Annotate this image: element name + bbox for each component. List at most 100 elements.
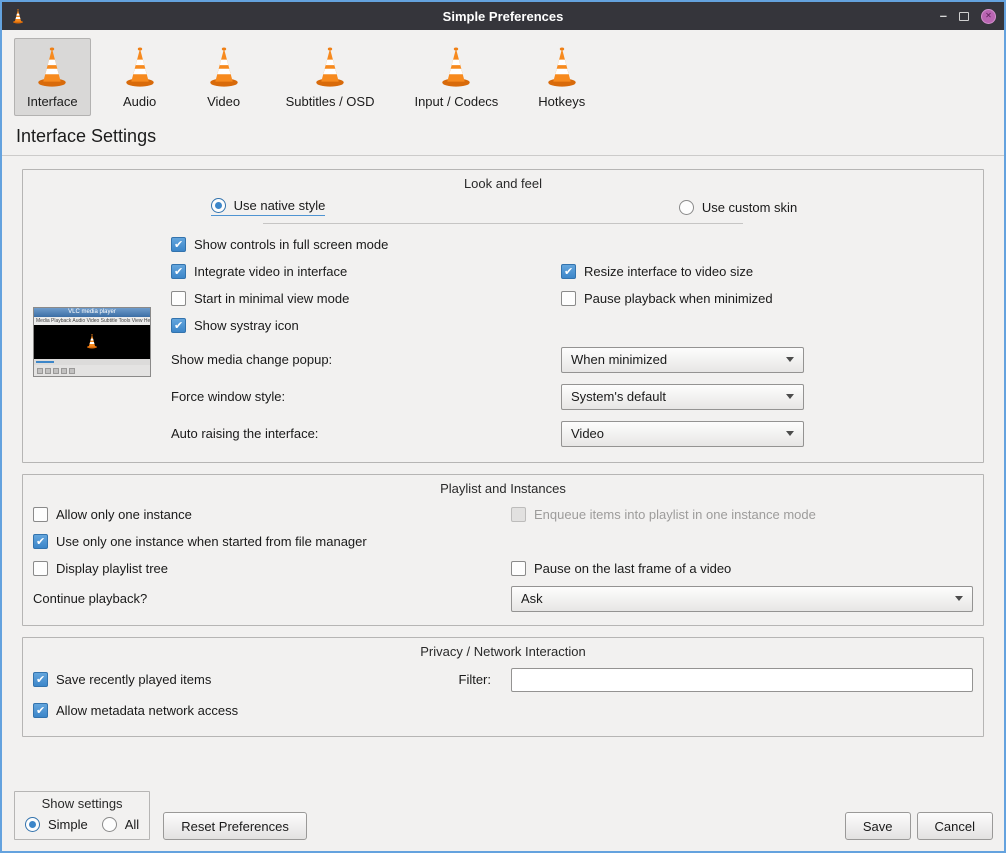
preview-controls	[34, 365, 150, 376]
window-title: Simple Preferences	[2, 9, 1004, 24]
checkbox-pause-last-frame[interactable]: Pause on the last frame of a video	[511, 561, 731, 576]
tab-interface[interactable]: Interface	[14, 38, 91, 116]
checkbox-integrate-video-box[interactable]	[171, 264, 186, 279]
checkbox-save-recent-items-label: Save recently played items	[56, 672, 211, 687]
group-look-and-feel-title: Look and feel	[33, 174, 973, 196]
close-button[interactable]: ✕	[981, 9, 996, 24]
preview-video-area	[34, 325, 150, 359]
checkbox-display-playlist-tree-box[interactable]	[33, 561, 48, 576]
chevron-down-icon	[786, 431, 794, 436]
checkbox-allow-one-instance[interactable]: Allow only one instance	[33, 507, 192, 522]
tab-video-label: Video	[207, 94, 240, 109]
titlebar[interactable]: Simple Preferences – ✕	[2, 2, 1004, 30]
look-feel-checkboxes: Show controls in full screen mode Integr…	[171, 232, 973, 340]
checkbox-display-playlist-tree-label: Display playlist tree	[56, 561, 168, 576]
auto-raising-value: Video	[571, 426, 604, 441]
checkbox-start-minimal-view-label: Start in minimal view mode	[194, 291, 349, 306]
checkbox-pause-when-minimized-label: Pause playback when minimized	[584, 291, 773, 306]
checkbox-one-instance-file-manager-label: Use only one instance when started from …	[56, 534, 367, 549]
input-codecs-icon	[434, 44, 478, 91]
checkbox-allow-metadata-network[interactable]: Allow metadata network access	[33, 703, 238, 718]
hotkeys-icon	[540, 44, 584, 91]
page-title: Interface Settings	[16, 126, 1004, 147]
chevron-down-icon	[955, 596, 963, 601]
checkbox-resize-interface-box[interactable]	[561, 264, 576, 279]
reset-preferences-button[interactable]: Reset Preferences	[163, 812, 307, 840]
radio-use-custom-skin-control[interactable]	[679, 200, 694, 215]
cancel-button[interactable]: Cancel	[917, 812, 993, 840]
chevron-down-icon	[786, 394, 794, 399]
simple-preferences-window: Simple Preferences – ✕ Interface Audio	[0, 0, 1006, 853]
preferences-content: Look and feel Use native style Use custo…	[2, 156, 1004, 851]
checkbox-one-instance-file-manager-box[interactable]	[33, 534, 48, 549]
group-show-settings-title: Show settings	[25, 796, 139, 817]
radio-show-settings-all[interactable]: All	[102, 817, 139, 832]
checkbox-start-minimal-view-box[interactable]	[171, 291, 186, 306]
checkbox-show-controls-fullscreen-box[interactable]	[171, 237, 186, 252]
tab-input-codecs[interactable]: Input / Codecs	[401, 38, 511, 116]
filter-label: Filter:	[459, 672, 492, 687]
media-change-popup-value: When minimized	[571, 352, 667, 367]
preview-titlebar: VLC media player	[34, 308, 150, 317]
style-radio-row: Use native style Use custom skin	[33, 198, 973, 216]
checkbox-pause-last-frame-label: Pause on the last frame of a video	[534, 561, 731, 576]
preview-menubar: Media Playback Audio Video Subtitle Tool…	[34, 317, 150, 325]
checkbox-show-controls-fullscreen-label: Show controls in full screen mode	[194, 237, 388, 252]
group-look-and-feel: Look and feel Use native style Use custo…	[22, 169, 984, 463]
checkbox-display-playlist-tree[interactable]: Display playlist tree	[33, 561, 168, 576]
radio-use-native-style-label: Use native style	[234, 198, 326, 213]
tab-interface-label: Interface	[27, 94, 78, 109]
group-playlist-instances-title: Playlist and Instances	[33, 479, 973, 501]
tab-hotkeys-label: Hotkeys	[538, 94, 585, 109]
minimize-button[interactable]: –	[940, 11, 947, 21]
save-button[interactable]: Save	[845, 812, 911, 840]
checkbox-show-controls-fullscreen[interactable]: Show controls in full screen mode	[171, 237, 388, 252]
checkbox-show-systray-icon-box[interactable]	[171, 318, 186, 333]
checkbox-start-minimal-view[interactable]: Start in minimal view mode	[171, 291, 349, 306]
media-change-popup-select[interactable]: When minimized	[561, 347, 804, 373]
tab-audio-label: Audio	[123, 94, 156, 109]
auto-raising-select[interactable]: Video	[561, 421, 804, 447]
tab-hotkeys[interactable]: Hotkeys	[525, 38, 598, 116]
checkbox-show-systray-icon[interactable]: Show systray icon	[171, 318, 299, 333]
media-change-popup-label: Show media change popup:	[171, 352, 561, 367]
radio-show-settings-simple-control[interactable]	[25, 817, 40, 832]
subtitles-osd-icon	[308, 44, 352, 91]
force-window-style-select[interactable]: System's default	[561, 384, 804, 410]
tab-subtitles-osd-label: Subtitles / OSD	[286, 94, 375, 109]
checkbox-save-recent-items-box[interactable]	[33, 672, 48, 687]
preferences-category-toolbar: Interface Audio Video Subtitles / O	[2, 30, 1004, 120]
checkbox-save-recent-items[interactable]: Save recently played items	[33, 672, 211, 687]
radio-show-settings-all-control[interactable]	[102, 817, 117, 832]
continue-playback-value: Ask	[521, 591, 543, 606]
checkbox-pause-when-minimized-box[interactable]	[561, 291, 576, 306]
filter-input[interactable]	[511, 668, 973, 692]
group-show-settings: Show settings Simple All	[14, 791, 150, 840]
checkbox-allow-metadata-network-box[interactable]	[33, 703, 48, 718]
force-window-style-label: Force window style:	[171, 389, 561, 404]
tab-audio[interactable]: Audio	[105, 38, 175, 116]
group-privacy-network: Privacy / Network Interaction Save recen…	[22, 637, 984, 737]
audio-icon	[118, 44, 162, 91]
radio-use-native-style-control[interactable]	[211, 198, 226, 213]
force-window-style-value: System's default	[571, 389, 666, 404]
checkbox-resize-interface-label: Resize interface to video size	[584, 264, 753, 279]
checkbox-pause-last-frame-box[interactable]	[511, 561, 526, 576]
checkbox-integrate-video[interactable]: Integrate video in interface	[171, 264, 347, 279]
video-icon	[202, 44, 246, 91]
checkbox-allow-one-instance-label: Allow only one instance	[56, 507, 192, 522]
restore-button[interactable]	[959, 12, 969, 21]
checkbox-pause-when-minimized[interactable]: Pause playback when minimized	[561, 291, 773, 306]
checkbox-one-instance-file-manager[interactable]: Use only one instance when started from …	[33, 534, 367, 549]
continue-playback-select[interactable]: Ask	[511, 586, 973, 612]
radio-show-settings-simple[interactable]: Simple	[25, 817, 88, 832]
checkbox-enqueue-items-label: Enqueue items into playlist in one insta…	[534, 507, 816, 522]
radio-use-custom-skin[interactable]: Use custom skin	[679, 198, 797, 216]
radio-use-native-style[interactable]: Use native style	[211, 198, 326, 216]
checkbox-allow-one-instance-box[interactable]	[33, 507, 48, 522]
tab-subtitles-osd[interactable]: Subtitles / OSD	[273, 38, 388, 116]
tab-video[interactable]: Video	[189, 38, 259, 116]
checkbox-resize-interface[interactable]: Resize interface to video size	[561, 264, 753, 279]
chevron-down-icon	[786, 357, 794, 362]
radio-show-settings-all-label: All	[125, 817, 139, 832]
